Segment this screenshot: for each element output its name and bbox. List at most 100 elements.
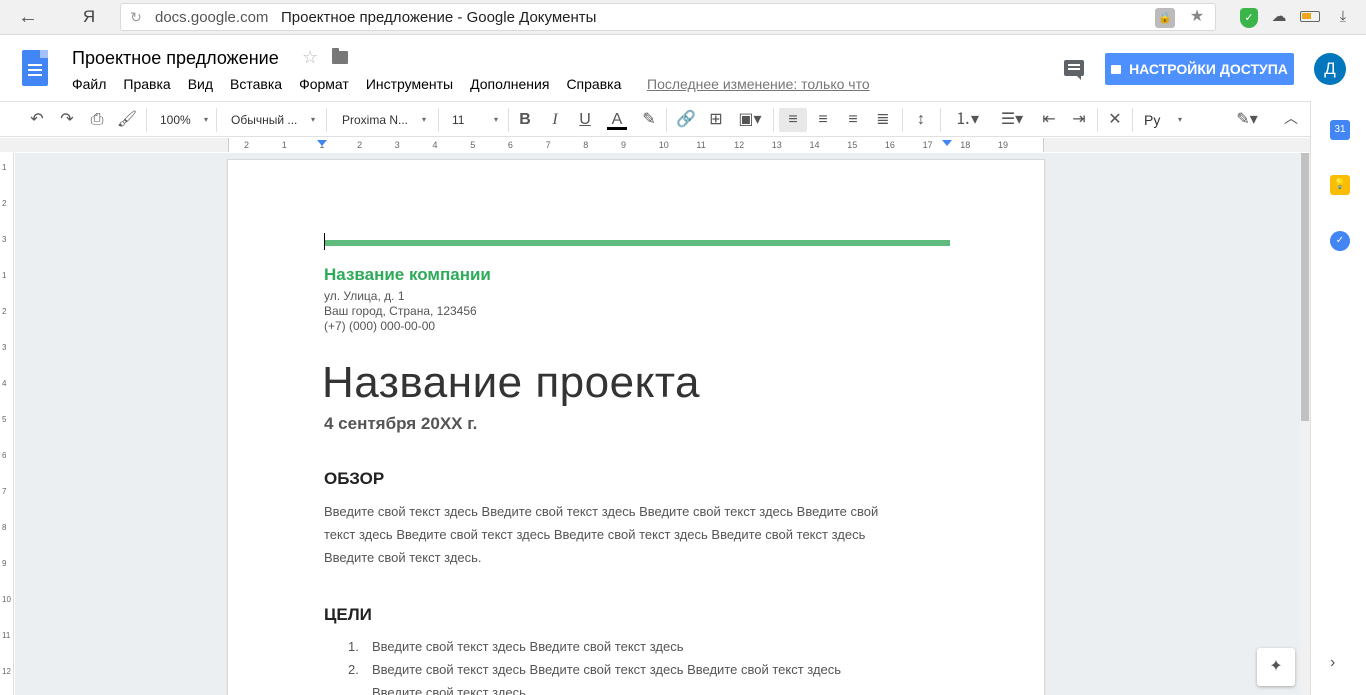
- clear-formatting-icon[interactable]: ✕: [1104, 108, 1126, 132]
- ruler-tick-label: 16: [884, 140, 895, 150]
- project-date[interactable]: 4 сентября 20XX г.: [324, 414, 477, 434]
- header-rule: [325, 240, 950, 246]
- folder-icon[interactable]: [332, 48, 348, 64]
- ruler-tick-label: 2: [357, 140, 363, 150]
- ruler-tick-label: 3: [394, 140, 400, 150]
- browser-bar: ← Я ↻ docs.google.com Проектное предложе…: [0, 0, 1366, 35]
- ruler-tick-label: 14: [809, 140, 820, 150]
- overview-heading[interactable]: ОБЗОР: [324, 469, 384, 489]
- document-page[interactable]: Название компании ул. Улица, д. 1 Ваш го…: [228, 160, 1044, 695]
- increase-indent-icon[interactable]: ⇥: [1068, 108, 1090, 132]
- insert-image-icon[interactable]: ▣▾: [733, 108, 767, 132]
- add-comment-icon[interactable]: ⊞: [705, 108, 727, 132]
- scrollbar-thumb[interactable]: [1301, 153, 1309, 421]
- ruler-tick-label: 7: [545, 140, 551, 150]
- star-icon[interactable]: ☆: [302, 47, 318, 68]
- paint-format-icon[interactable]: 🖌: [116, 108, 138, 132]
- calendar-icon[interactable]: 31: [1330, 120, 1350, 140]
- back-arrow-icon[interactable]: ←: [14, 4, 42, 30]
- font-select[interactable]: Proxima N... ▾: [338, 108, 428, 132]
- ruler-tick-label: 2: [244, 140, 250, 150]
- ruler-tick-label: 9: [621, 140, 627, 150]
- bold-icon[interactable]: B: [514, 108, 536, 132]
- address-bar[interactable]: ↻ docs.google.com Проектное предложение …: [120, 3, 1216, 31]
- zoom-select[interactable]: 100% ▾: [156, 108, 210, 132]
- reload-icon[interactable]: ↻: [127, 8, 145, 26]
- protect-shield-icon[interactable]: ✓: [1238, 6, 1260, 28]
- cloud-download-icon[interactable]: ☁: [1268, 6, 1290, 28]
- vertical-ruler[interactable]: 1 2 3 1 2 3 4 5 6 7 8 9 10 11 12: [0, 153, 14, 695]
- address-line-2[interactable]: Ваш город, Страна, 123456: [324, 304, 477, 318]
- avatar[interactable]: Д: [1314, 53, 1346, 85]
- menu-help[interactable]: Справка: [566, 76, 621, 92]
- ruler-tick-label: 13: [771, 140, 782, 150]
- align-left-icon[interactable]: ≡: [779, 108, 807, 132]
- menu-insert[interactable]: Вставка: [230, 76, 282, 92]
- download-icon[interactable]: ⤓: [1332, 6, 1354, 28]
- ruler-tick-label: 19: [998, 140, 1009, 150]
- yandex-icon[interactable]: Я: [78, 5, 100, 29]
- undo-icon[interactable]: ↶: [26, 108, 48, 132]
- menu-file[interactable]: Файл: [72, 76, 106, 92]
- font-size-select[interactable]: 11 ▾: [448, 108, 500, 132]
- collapse-toolbar-icon[interactable]: ︿: [1280, 106, 1302, 130]
- docs-logo-icon[interactable]: [22, 50, 48, 86]
- ruler-tick-label: 5: [470, 140, 476, 150]
- ruler-tick-label: 6: [507, 140, 513, 150]
- align-justify-icon[interactable]: ≣: [872, 108, 894, 132]
- project-title[interactable]: Название проекта: [322, 358, 700, 408]
- link-icon[interactable]: 🔗: [675, 108, 697, 132]
- ruler-tick-label: 1: [281, 140, 287, 150]
- menu-view[interactable]: Вид: [188, 76, 213, 92]
- chevron-right-icon[interactable]: ›: [1330, 654, 1335, 672]
- bulleted-list-icon[interactable]: ☰▾: [993, 108, 1031, 132]
- overview-paragraph[interactable]: Введите свой текст здесь Введите свой те…: [324, 500, 954, 569]
- ruler-tick-label: 15: [847, 140, 858, 150]
- text-color-icon[interactable]: A: [605, 108, 629, 132]
- share-button[interactable]: НАСТРОЙКИ ДОСТУПА: [1105, 53, 1294, 85]
- document-title[interactable]: Проектное предложение: [72, 48, 279, 69]
- underline-icon[interactable]: U: [574, 108, 596, 132]
- style-select[interactable]: Обычный ... ▾: [227, 108, 317, 132]
- menu-format[interactable]: Формат: [299, 76, 349, 92]
- line-spacing-icon[interactable]: ↕: [910, 108, 932, 132]
- lock-icon: [1111, 65, 1122, 74]
- last-edit-link[interactable]: Последнее изменение: только что: [647, 76, 870, 92]
- input-tools-select[interactable]: Ру ▾: [1140, 108, 1184, 132]
- comments-icon[interactable]: [1064, 60, 1084, 80]
- document-canvas[interactable]: Название компании ул. Улица, д. 1 Ваш го…: [15, 153, 1300, 695]
- url-page-title: Проектное предложение - Google Документы: [281, 9, 597, 26]
- editing-mode-icon[interactable]: ✎▾: [1230, 108, 1264, 132]
- menu-addons[interactable]: Дополнения: [470, 76, 549, 92]
- address-line-1[interactable]: ул. Улица, д. 1: [324, 289, 405, 303]
- decrease-indent-icon[interactable]: ⇤: [1038, 108, 1060, 132]
- redo-icon[interactable]: ↷: [56, 108, 78, 132]
- toolbar: ↶ ↷ ⎙ 🖌 100% ▾ Обычный ... ▾ Proxima N... ▾…: [0, 101, 1310, 137]
- ruler-tick-label: 12: [734, 140, 745, 150]
- vertical-scrollbar[interactable]: [1300, 153, 1310, 695]
- company-name[interactable]: Название компании: [324, 265, 491, 285]
- numbered-list-icon[interactable]: ⒈▾: [947, 108, 987, 132]
- ruler-tick-label: 4: [432, 140, 438, 150]
- menu-edit[interactable]: Правка: [123, 76, 170, 92]
- bookmark-star-icon[interactable]: ★: [1187, 7, 1207, 27]
- horizontal-ruler[interactable]: 2 1 1 2 3 4 5 6 7 8 9 10 11 12 13 14 15 16 17 18 19: [0, 138, 1310, 152]
- lock-icon[interactable]: 🔒: [1155, 8, 1175, 28]
- italic-icon[interactable]: I: [544, 108, 566, 132]
- tasks-icon[interactable]: ✓: [1330, 231, 1350, 251]
- ruler-tick-label: 18: [960, 140, 971, 150]
- highlight-icon[interactable]: ✎: [638, 108, 660, 132]
- ruler-tick-label: 11: [696, 140, 706, 150]
- left-indent-marker[interactable]: [317, 140, 327, 146]
- docs-header: Проектное предложение ☆ Файл Правка Вид …: [0, 36, 1366, 100]
- print-icon[interactable]: ⎙: [86, 108, 108, 132]
- battery-icon[interactable]: [1299, 6, 1321, 28]
- align-center-icon[interactable]: ≡: [812, 108, 834, 132]
- phone[interactable]: (+7) (000) 000-00-00: [324, 319, 435, 333]
- align-right-icon[interactable]: ≡: [842, 108, 864, 132]
- menu-tools[interactable]: Инструменты: [366, 76, 453, 92]
- goals-heading[interactable]: ЦЕЛИ: [324, 605, 372, 625]
- keep-icon[interactable]: 💡: [1330, 175, 1350, 195]
- explore-button[interactable]: ✦: [1257, 648, 1295, 686]
- right-indent-marker[interactable]: [942, 140, 952, 146]
